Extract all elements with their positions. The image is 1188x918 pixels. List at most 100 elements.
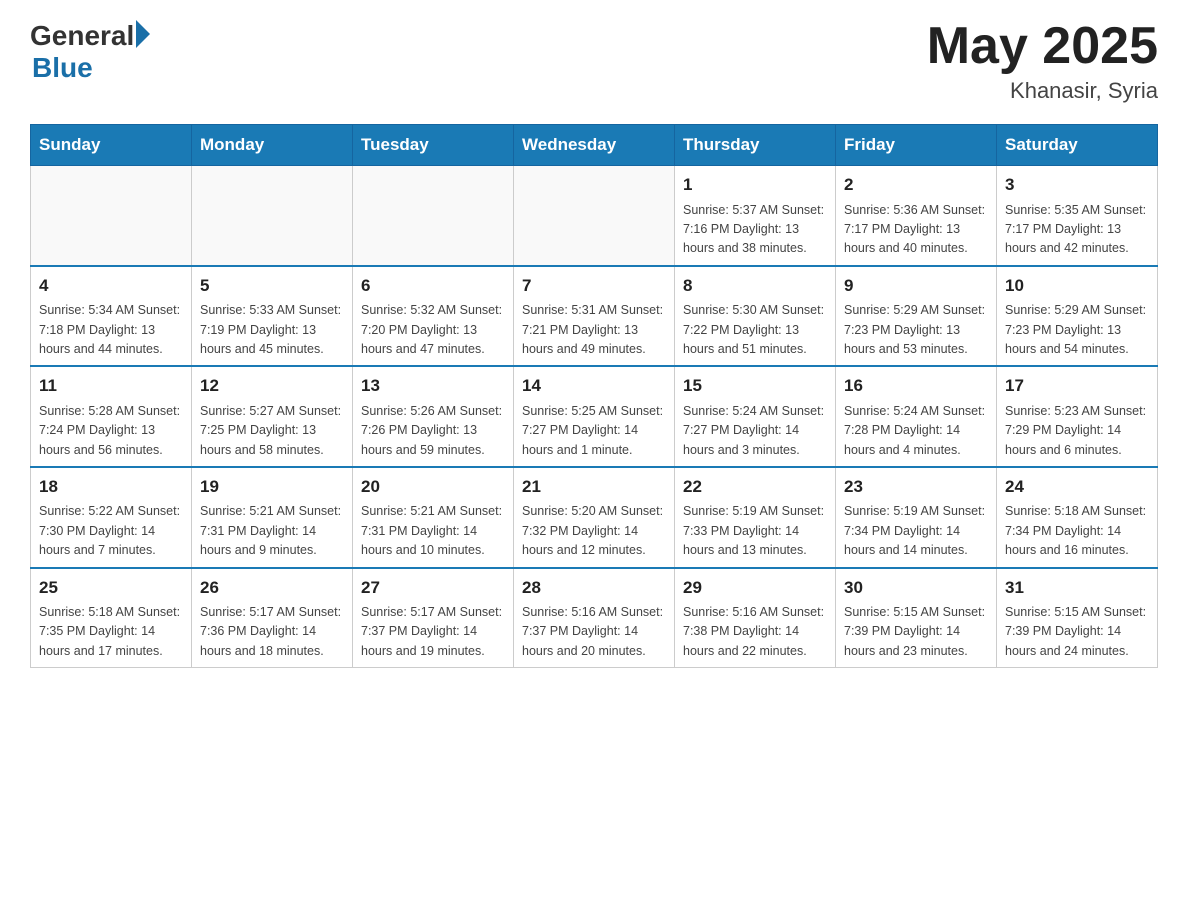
calendar-week-row: 18Sunrise: 5:22 AM Sunset: 7:30 PM Dayli… <box>31 467 1158 568</box>
logo-arrow-icon <box>136 20 150 48</box>
day-number: 11 <box>39 373 183 399</box>
calendar-cell: 30Sunrise: 5:15 AM Sunset: 7:39 PM Dayli… <box>836 568 997 668</box>
day-number: 13 <box>361 373 505 399</box>
day-number: 28 <box>522 575 666 601</box>
day-info: Sunrise: 5:23 AM Sunset: 7:29 PM Dayligh… <box>1005 402 1149 460</box>
calendar-cell: 7Sunrise: 5:31 AM Sunset: 7:21 PM Daylig… <box>514 266 675 367</box>
day-number: 8 <box>683 273 827 299</box>
calendar-cell: 19Sunrise: 5:21 AM Sunset: 7:31 PM Dayli… <box>192 467 353 568</box>
calendar-cell <box>514 166 675 266</box>
calendar-cell: 11Sunrise: 5:28 AM Sunset: 7:24 PM Dayli… <box>31 366 192 467</box>
day-info: Sunrise: 5:21 AM Sunset: 7:31 PM Dayligh… <box>361 502 505 560</box>
day-number: 20 <box>361 474 505 500</box>
calendar-cell: 1Sunrise: 5:37 AM Sunset: 7:16 PM Daylig… <box>675 166 836 266</box>
day-number: 6 <box>361 273 505 299</box>
calendar-cell: 17 Sunrise: 5:23 AM Sunset: 7:29 PM Dayli… <box>997 366 1158 467</box>
weekday-header-friday: Friday <box>836 125 997 166</box>
day-number: 9 <box>844 273 988 299</box>
calendar-week-row: 4Sunrise: 5:34 AM Sunset: 7:18 PM Daylig… <box>31 266 1158 367</box>
day-number: 3 <box>1005 172 1149 198</box>
day-info: Sunrise: 5:32 AM Sunset: 7:20 PM Dayligh… <box>361 301 505 359</box>
calendar-cell: 23Sunrise: 5:19 AM Sunset: 7:34 PM Dayli… <box>836 467 997 568</box>
day-info: Sunrise: 5:18 AM Sunset: 7:35 PM Dayligh… <box>39 603 183 661</box>
day-number: 12 <box>200 373 344 399</box>
day-info: Sunrise: 5:16 AM Sunset: 7:37 PM Dayligh… <box>522 603 666 661</box>
logo-blue-text: Blue <box>32 52 150 84</box>
day-number: 27 <box>361 575 505 601</box>
day-info: Sunrise: 5:35 AM Sunset: 7:17 PM Dayligh… <box>1005 201 1149 259</box>
calendar-cell: 13 Sunrise: 5:26 AM Sunset: 7:26 PM Dayli… <box>353 366 514 467</box>
day-info: Sunrise: 5:17 AM Sunset: 7:36 PM Dayligh… <box>200 603 344 661</box>
weekday-header-sunday: Sunday <box>31 125 192 166</box>
page-header: General Blue May 2025 Khanasir, Syria <box>30 20 1158 104</box>
day-number: 15 <box>683 373 827 399</box>
calendar-cell: 10Sunrise: 5:29 AM Sunset: 7:23 PM Dayli… <box>997 266 1158 367</box>
day-number: 5 <box>200 273 344 299</box>
logo: General Blue <box>30 20 150 84</box>
calendar-cell: 8Sunrise: 5:30 AM Sunset: 7:22 PM Daylig… <box>675 266 836 367</box>
day-number: 30 <box>844 575 988 601</box>
day-info: Sunrise: 5:19 AM Sunset: 7:33 PM Dayligh… <box>683 502 827 560</box>
day-info: Sunrise: 5:29 AM Sunset: 7:23 PM Dayligh… <box>1005 301 1149 359</box>
day-info: Sunrise: 5:16 AM Sunset: 7:38 PM Dayligh… <box>683 603 827 661</box>
weekday-header-saturday: Saturday <box>997 125 1158 166</box>
calendar-cell: 5Sunrise: 5:33 AM Sunset: 7:19 PM Daylig… <box>192 266 353 367</box>
day-number: 4 <box>39 273 183 299</box>
weekday-header-monday: Monday <box>192 125 353 166</box>
calendar-cell: 12 Sunrise: 5:27 AM Sunset: 7:25 PM Dayli… <box>192 366 353 467</box>
day-info: Sunrise: 5:25 AM Sunset: 7:27 PM Dayligh… <box>522 402 666 460</box>
calendar-cell: 3 Sunrise: 5:35 AM Sunset: 7:17 PM Daylig… <box>997 166 1158 266</box>
calendar-cell: 9Sunrise: 5:29 AM Sunset: 7:23 PM Daylig… <box>836 266 997 367</box>
day-number: 22 <box>683 474 827 500</box>
day-number: 26 <box>200 575 344 601</box>
day-number: 25 <box>39 575 183 601</box>
day-number: 24 <box>1005 474 1149 500</box>
day-info: Sunrise: 5:26 AM Sunset: 7:26 PM Dayligh… <box>361 402 505 460</box>
weekday-header-tuesday: Tuesday <box>353 125 514 166</box>
calendar-cell: 24Sunrise: 5:18 AM Sunset: 7:34 PM Dayli… <box>997 467 1158 568</box>
calendar-cell: 20Sunrise: 5:21 AM Sunset: 7:31 PM Dayli… <box>353 467 514 568</box>
day-info: Sunrise: 5:33 AM Sunset: 7:19 PM Dayligh… <box>200 301 344 359</box>
calendar-week-row: 11Sunrise: 5:28 AM Sunset: 7:24 PM Dayli… <box>31 366 1158 467</box>
weekday-header-wednesday: Wednesday <box>514 125 675 166</box>
day-info: Sunrise: 5:19 AM Sunset: 7:34 PM Dayligh… <box>844 502 988 560</box>
day-info: Sunrise: 5:31 AM Sunset: 7:21 PM Dayligh… <box>522 301 666 359</box>
calendar-cell: 6Sunrise: 5:32 AM Sunset: 7:20 PM Daylig… <box>353 266 514 367</box>
day-info: Sunrise: 5:29 AM Sunset: 7:23 PM Dayligh… <box>844 301 988 359</box>
day-number: 14 <box>522 373 666 399</box>
calendar-cell: 16Sunrise: 5:24 AM Sunset: 7:28 PM Dayli… <box>836 366 997 467</box>
calendar-cell: 22Sunrise: 5:19 AM Sunset: 7:33 PM Dayli… <box>675 467 836 568</box>
day-info: Sunrise: 5:30 AM Sunset: 7:22 PM Dayligh… <box>683 301 827 359</box>
calendar-cell: 31Sunrise: 5:15 AM Sunset: 7:39 PM Dayli… <box>997 568 1158 668</box>
day-number: 10 <box>1005 273 1149 299</box>
calendar-cell: 21Sunrise: 5:20 AM Sunset: 7:32 PM Dayli… <box>514 467 675 568</box>
day-info: Sunrise: 5:27 AM Sunset: 7:25 PM Dayligh… <box>200 402 344 460</box>
day-number: 17 <box>1005 373 1149 399</box>
calendar-table: SundayMondayTuesdayWednesdayThursdayFrid… <box>30 124 1158 668</box>
day-number: 29 <box>683 575 827 601</box>
day-info: Sunrise: 5:24 AM Sunset: 7:27 PM Dayligh… <box>683 402 827 460</box>
day-info: Sunrise: 5:36 AM Sunset: 7:17 PM Dayligh… <box>844 201 988 259</box>
calendar-cell: 4Sunrise: 5:34 AM Sunset: 7:18 PM Daylig… <box>31 266 192 367</box>
weekday-header-thursday: Thursday <box>675 125 836 166</box>
calendar-header-row: SundayMondayTuesdayWednesdayThursdayFrid… <box>31 125 1158 166</box>
calendar-cell: 29Sunrise: 5:16 AM Sunset: 7:38 PM Dayli… <box>675 568 836 668</box>
logo-general-text: General <box>30 20 134 52</box>
calendar-week-row: 1Sunrise: 5:37 AM Sunset: 7:16 PM Daylig… <box>31 166 1158 266</box>
calendar-cell: 2 Sunrise: 5:36 AM Sunset: 7:17 PM Daylig… <box>836 166 997 266</box>
day-number: 2 <box>844 172 988 198</box>
title-section: May 2025 Khanasir, Syria <box>927 20 1158 104</box>
calendar-cell: 15 Sunrise: 5:24 AM Sunset: 7:27 PM Dayli… <box>675 366 836 467</box>
calendar-cell: 14 Sunrise: 5:25 AM Sunset: 7:27 PM Dayli… <box>514 366 675 467</box>
day-info: Sunrise: 5:34 AM Sunset: 7:18 PM Dayligh… <box>39 301 183 359</box>
day-number: 23 <box>844 474 988 500</box>
day-info: Sunrise: 5:17 AM Sunset: 7:37 PM Dayligh… <box>361 603 505 661</box>
calendar-cell: 27Sunrise: 5:17 AM Sunset: 7:37 PM Dayli… <box>353 568 514 668</box>
day-number: 21 <box>522 474 666 500</box>
day-info: Sunrise: 5:37 AM Sunset: 7:16 PM Dayligh… <box>683 201 827 259</box>
calendar-cell <box>353 166 514 266</box>
day-info: Sunrise: 5:18 AM Sunset: 7:34 PM Dayligh… <box>1005 502 1149 560</box>
calendar-cell: 25Sunrise: 5:18 AM Sunset: 7:35 PM Dayli… <box>31 568 192 668</box>
calendar-cell <box>192 166 353 266</box>
day-info: Sunrise: 5:20 AM Sunset: 7:32 PM Dayligh… <box>522 502 666 560</box>
